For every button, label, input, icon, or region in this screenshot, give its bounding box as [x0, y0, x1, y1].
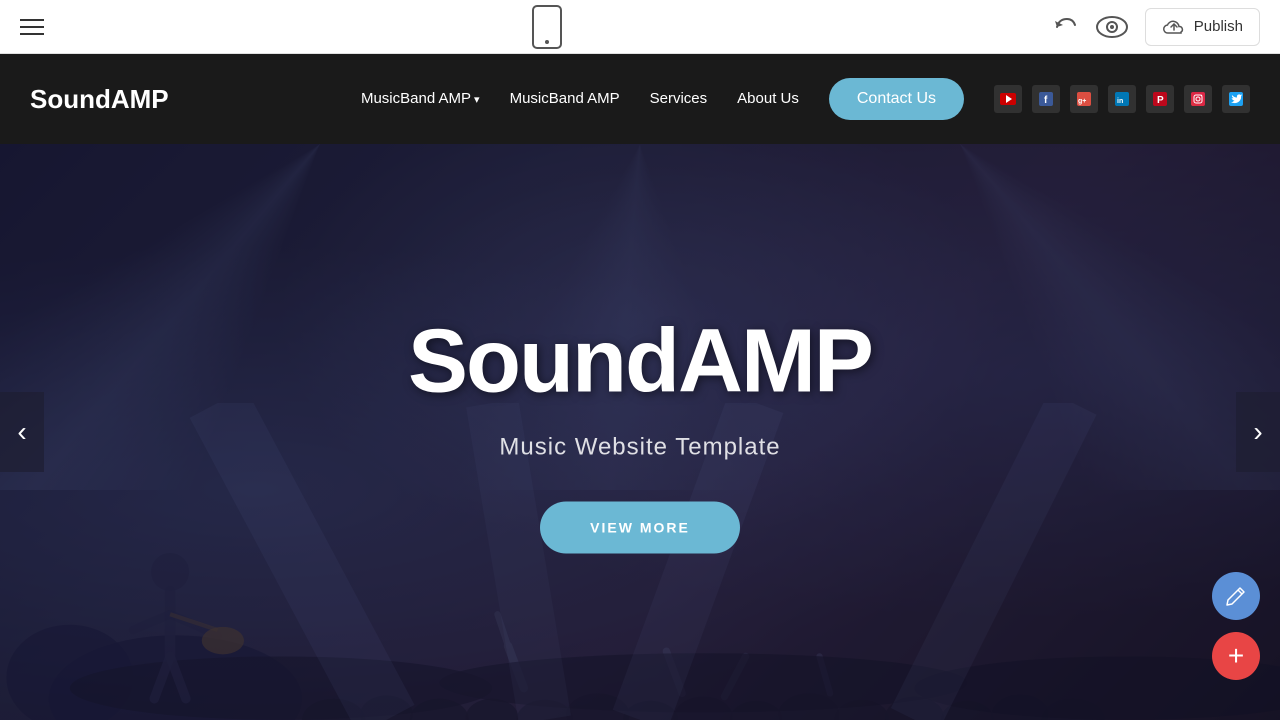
view-more-button[interactable]: VIEW MORE — [540, 502, 740, 554]
nav-link-musicband[interactable]: MusicBand AMP — [510, 90, 620, 107]
linkedin-icon[interactable]: in — [1108, 85, 1136, 113]
fab-edit-button[interactable] — [1212, 572, 1260, 620]
prev-arrow-icon: ‹ — [17, 416, 26, 448]
cloud-upload-icon — [1162, 17, 1186, 37]
undo-icon[interactable] — [1051, 13, 1079, 41]
next-arrow-icon: › — [1253, 416, 1262, 448]
carousel-prev-arrow[interactable]: ‹ — [0, 392, 44, 472]
carousel-next-arrow[interactable]: › — [1236, 392, 1280, 472]
site-logo: SoundAMP — [30, 84, 230, 115]
social-icons: f g+ in P — [994, 85, 1250, 113]
svg-text:P: P — [1157, 95, 1164, 106]
mobile-icon-dot — [545, 40, 549, 44]
toolbar-left — [20, 19, 44, 35]
toolbar: Publish — [0, 0, 1280, 54]
hero-subtitle: Music Website Template — [0, 434, 1280, 462]
toolbar-center — [532, 5, 562, 49]
fab-container: + — [1212, 572, 1260, 680]
hero-content: SoundAMP Music Website Template VIEW MOR… — [0, 311, 1280, 554]
facebook-icon[interactable]: f — [1032, 85, 1060, 113]
youtube-icon[interactable] — [994, 85, 1022, 113]
nav-item-about[interactable]: About Us — [737, 90, 799, 108]
edit-pencil-icon — [1225, 585, 1247, 607]
fab-add-button[interactable]: + — [1212, 632, 1260, 680]
hero-title: SoundAMP — [0, 311, 1280, 414]
nav-links: MusicBand AMP MusicBand AMP Services Abo… — [361, 90, 799, 108]
svg-text:g+: g+ — [1078, 98, 1086, 105]
pinterest-icon[interactable]: P — [1146, 85, 1174, 113]
contact-us-button[interactable]: Contact Us — [829, 78, 964, 120]
mobile-preview-icon[interactable] — [532, 5, 562, 49]
google-plus-icon[interactable]: g+ — [1070, 85, 1098, 113]
publish-button[interactable]: Publish — [1145, 8, 1260, 46]
hero-section: SoundAMP Music Website Template VIEW MOR… — [0, 144, 1280, 720]
add-icon: + — [1228, 642, 1244, 670]
eye-icon[interactable] — [1095, 15, 1129, 39]
nav-link-musicband-dropdown[interactable]: MusicBand AMP — [361, 90, 480, 107]
publish-label: Publish — [1194, 18, 1243, 35]
instagram-icon[interactable] — [1184, 85, 1212, 113]
hamburger-icon[interactable] — [20, 19, 44, 35]
nav-item-musicband[interactable]: MusicBand AMP — [510, 90, 620, 108]
nav-link-about[interactable]: About Us — [737, 90, 799, 107]
twitter-icon[interactable] — [1222, 85, 1250, 113]
site-navigation: SoundAMP MusicBand AMP MusicBand AMP Ser… — [0, 54, 1280, 144]
nav-item-services[interactable]: Services — [650, 90, 708, 108]
svg-text:in: in — [1117, 98, 1123, 105]
nav-item-musicband-dropdown[interactable]: MusicBand AMP — [361, 90, 480, 108]
toolbar-right: Publish — [1051, 8, 1260, 46]
nav-link-services[interactable]: Services — [650, 90, 708, 107]
